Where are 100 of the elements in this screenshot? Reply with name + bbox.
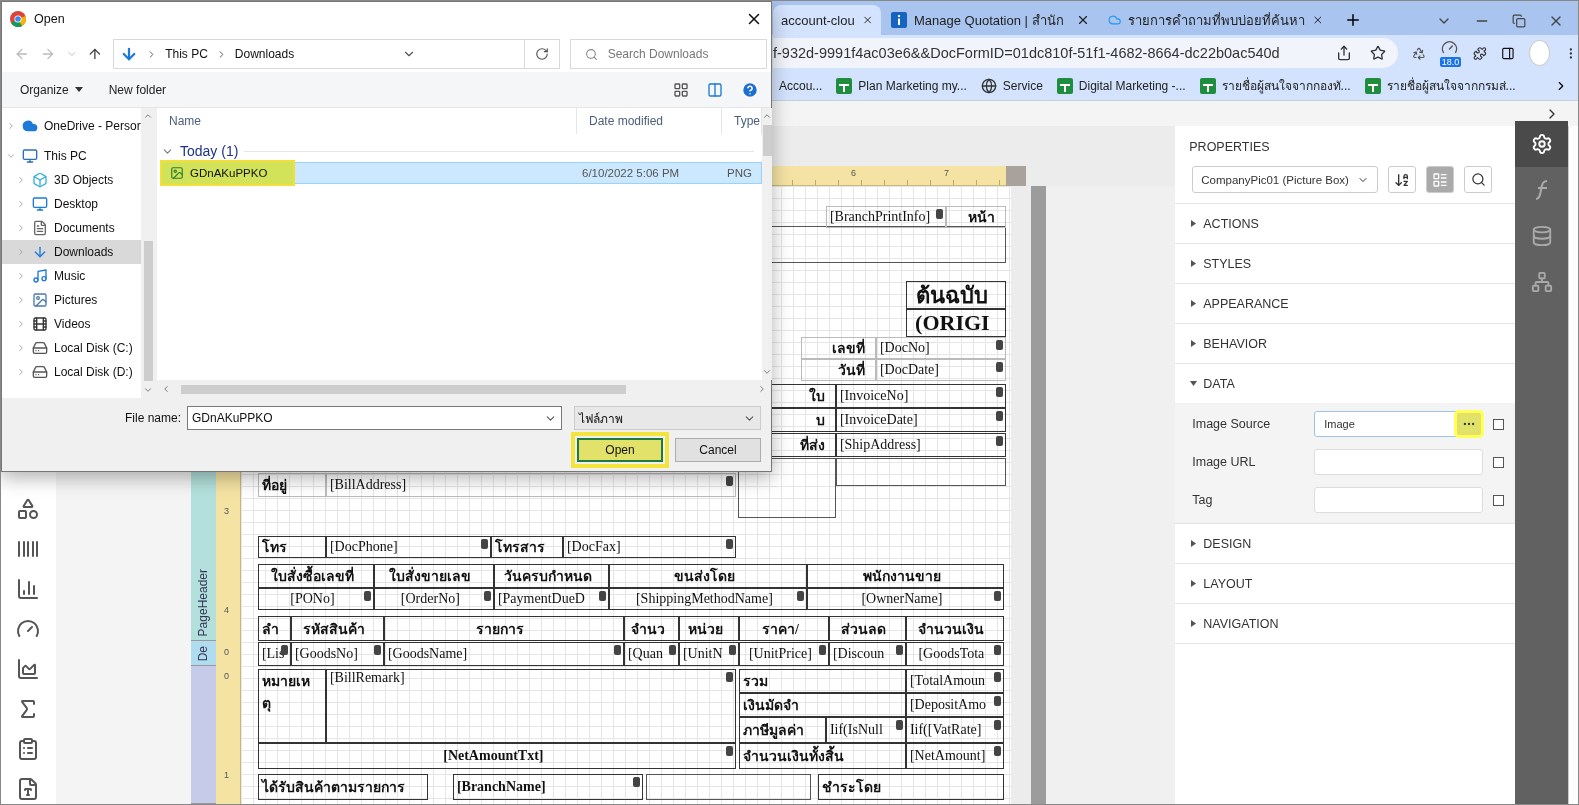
report-field[interactable]: [DocFax] bbox=[562, 536, 736, 558]
help-icon[interactable] bbox=[741, 80, 759, 99]
nav-item[interactable]: Desktop bbox=[2, 192, 141, 216]
report-label[interactable]: โทร bbox=[257, 536, 326, 558]
path-segment[interactable]: This PC bbox=[165, 47, 208, 61]
sort-button[interactable] bbox=[1388, 166, 1417, 193]
report-label[interactable]: ชำระโดย bbox=[817, 774, 1004, 800]
report-frame[interactable] bbox=[645, 774, 811, 800]
scrollbar-thumb[interactable] bbox=[143, 241, 153, 381]
report-frame[interactable] bbox=[835, 458, 1006, 486]
section-header[interactable]: NAVIGATION bbox=[1175, 604, 1516, 643]
nav-item[interactable]: Pictures bbox=[2, 288, 141, 312]
close-icon[interactable] bbox=[1312, 13, 1324, 27]
nav-item[interactable]: This PC bbox=[2, 144, 141, 168]
report-label[interactable]: รหัสสินค้า bbox=[290, 616, 384, 641]
report-field[interactable]: [OwnerName] bbox=[806, 588, 1004, 610]
report-label[interactable]: ใบสั่งขายเลข bbox=[373, 564, 494, 588]
browser-tab[interactable]: account-clou bbox=[773, 5, 881, 35]
report-field[interactable]: [BillAddress] bbox=[325, 473, 736, 497]
browse-button[interactable] bbox=[1457, 413, 1482, 435]
report-label[interactable]: ได้รับสินค้าตามรายการ bbox=[257, 774, 428, 800]
report-field[interactable]: [GoodsTota bbox=[905, 642, 1004, 666]
file-name-field[interactable]: GDnAKuPPKO bbox=[187, 406, 562, 430]
report-field[interactable]: [NetAmount] bbox=[905, 743, 1004, 769]
browser-tab[interactable]: Manage Quotation | สำนัก bbox=[883, 5, 1098, 35]
report-field[interactable]: [DocPhone] bbox=[325, 536, 491, 558]
section-header[interactable]: STYLES bbox=[1175, 244, 1516, 283]
report-label[interactable]: ส่วนลด bbox=[828, 616, 906, 641]
report-field[interactable]: Iif([VatRate] bbox=[905, 717, 1004, 743]
section-header[interactable]: APPEARANCE bbox=[1175, 284, 1516, 323]
report-field[interactable]: [OrderNo] bbox=[373, 588, 494, 610]
nav-item[interactable]: Documents bbox=[2, 216, 141, 240]
property-input[interactable] bbox=[1314, 487, 1484, 513]
nav-item[interactable]: Downloads bbox=[2, 240, 141, 264]
nav-item[interactable]: Local Disk (C:) bbox=[2, 336, 141, 360]
bookmark-item[interactable]: Digital Marketing -... bbox=[1056, 77, 1186, 94]
property-input[interactable] bbox=[1314, 449, 1484, 475]
report-label[interactable]: ลำ bbox=[257, 616, 291, 641]
toolbar-button[interactable]: Organize bbox=[20, 82, 83, 97]
bookmark-item[interactable]: รายชื่อผู้สนใจจากกรมส่... bbox=[1364, 76, 1516, 95]
section-header[interactable]: BEHAVIOR bbox=[1175, 324, 1516, 363]
report-field[interactable]: [Quan bbox=[623, 642, 679, 666]
band-detail[interactable]: De bbox=[190, 641, 216, 666]
toolbar-button[interactable]: New folder bbox=[108, 82, 167, 97]
section-header[interactable]: LAYOUT bbox=[1175, 564, 1516, 603]
scrollbar[interactable] bbox=[1030, 186, 1046, 804]
report-label[interactable]: โทรสาร bbox=[490, 536, 563, 558]
scrollbar-thumb[interactable] bbox=[762, 125, 772, 157]
section-header[interactable]: DATA bbox=[1175, 364, 1516, 403]
column-header[interactable]: Date modified bbox=[577, 108, 722, 134]
close-icon[interactable] bbox=[1076, 13, 1090, 27]
checkbox[interactable] bbox=[1493, 418, 1505, 430]
bookmark-item[interactable]: Accou... bbox=[779, 78, 823, 93]
report-title[interactable]: (ORIGI bbox=[905, 309, 1006, 337]
address-field[interactable]: f-932d-9991f4ac03e6&&DocFormID=01dc810f-51f1-4682-8664-dc22b0ac540d bbox=[773, 38, 1398, 68]
search-field[interactable]: Search Downloads bbox=[569, 39, 767, 69]
nav-item[interactable]: Local Disk (D:) bbox=[2, 360, 141, 384]
scrollbar-thumb[interactable] bbox=[181, 384, 626, 394]
checkbox[interactable] bbox=[1493, 456, 1505, 468]
nav-item[interactable]: OneDrive - Persor bbox=[2, 114, 141, 138]
report-label[interactable]: รายการ bbox=[383, 616, 624, 641]
report-field[interactable]: [ShipAddress] bbox=[835, 433, 1006, 457]
report-field[interactable]: [Discoun bbox=[828, 642, 906, 666]
report-label[interactable]: ราคา/ bbox=[738, 616, 829, 641]
report-label[interactable]: วันครบกำหนด bbox=[493, 564, 609, 588]
report-field[interactable]: [GoodsName] bbox=[383, 642, 624, 666]
report-label[interactable]: จำนวนเงินทั้งสิ้น bbox=[738, 743, 906, 769]
file-row[interactable]: GDnAKuPPKO 6/10/2022 5:06 PM PNG bbox=[161, 162, 762, 184]
toolbox-icon[interactable] bbox=[16, 497, 41, 521]
report-label[interactable]: ใบสั่งซื้อเลขที่ bbox=[257, 564, 374, 588]
report-field[interactable]: [InvoiceNo] bbox=[835, 384, 1006, 408]
side-tab[interactable] bbox=[1515, 121, 1568, 167]
bookmark-item[interactable]: Plan Marketing my... bbox=[836, 77, 967, 94]
scrollbar[interactable] bbox=[762, 108, 772, 380]
report-label[interactable]: พนักงานขาย bbox=[806, 564, 1004, 588]
path-segment[interactable]: Downloads bbox=[234, 47, 295, 61]
report-field[interactable]: [NetAmountTxt] bbox=[257, 743, 736, 769]
report-field[interactable]: [BillRemark] bbox=[325, 669, 736, 743]
preview-pane-icon[interactable] bbox=[707, 81, 723, 98]
new-tab-icon[interactable] bbox=[1344, 11, 1362, 29]
report-label[interactable]: รวม bbox=[738, 669, 906, 693]
report-label[interactable]: หน่วย bbox=[678, 616, 739, 641]
report-field[interactable]: [InvoiceDate] bbox=[835, 408, 1006, 432]
bookmark-item[interactable]: รายชื่อผู้สนใจจากกองทั... bbox=[1199, 76, 1351, 95]
report-field[interactable]: [PaymentDueD bbox=[493, 588, 609, 610]
property-input[interactable]: Image bbox=[1314, 411, 1484, 437]
share-icon[interactable] bbox=[1336, 45, 1352, 61]
report-label[interactable]: ภาษีมูลค่า bbox=[738, 717, 826, 743]
report-field[interactable]: [DepositAmo bbox=[905, 693, 1004, 717]
nav-item[interactable]: Music bbox=[2, 264, 141, 288]
search-button[interactable] bbox=[1464, 166, 1493, 193]
report-label[interactable]: ขนส่งโดย bbox=[608, 564, 807, 588]
report-field[interactable]: [DocNo] bbox=[875, 337, 1006, 359]
section-header[interactable]: DESIGN bbox=[1175, 524, 1516, 563]
bookmark-item[interactable]: Service bbox=[980, 77, 1043, 94]
report-label[interactable]: เลขที่ bbox=[800, 337, 876, 359]
report-field[interactable]: Iif(IsNull bbox=[825, 717, 906, 743]
report-label[interactable]: วันที่ bbox=[800, 359, 876, 381]
report-label[interactable]: หมายเหตุ bbox=[257, 669, 326, 743]
report-field[interactable]: [BranchPrintInfo] bbox=[825, 206, 946, 228]
